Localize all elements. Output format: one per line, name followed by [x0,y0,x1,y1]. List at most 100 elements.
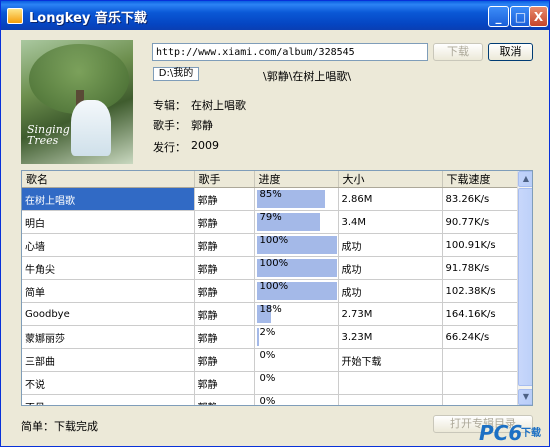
maximize-button[interactable]: □ [510,6,531,27]
cell-song-name: 不说 [22,371,195,395]
watermark-sub: 下载 [521,428,541,439]
cancel-button[interactable]: 取消 [488,43,533,61]
cell-speed: 100.91K/s [442,233,518,257]
cell-artist: 郭静 [194,256,255,280]
progress-label: 85% [259,189,282,200]
track-list[interactable]: 歌名 歌手 进度 大小 下载速度 在树上唱歌 郭静 85% 2.86M 83.26K/s… [21,170,533,406]
cell-size: 开始下载 [338,348,443,372]
cell-size: 成功 [338,256,443,280]
progress-label: 79% [259,212,282,223]
progress-bar [256,328,259,346]
cell-artist: 郭静 [194,394,255,405]
cell-song-name: 蒙娜丽莎 [22,325,195,349]
cell-speed: 66.24K/s [442,325,518,349]
cell-size [338,371,443,395]
cell-speed: 90.77K/s [442,210,518,234]
app-window: Longkey 音乐下载 _ □ X Singing Trees 下载 取消 D… [0,0,550,447]
cell-artist: 郭静 [194,348,255,372]
release-label: 发行： [153,141,186,154]
header-speed[interactable]: 下载速度 [442,171,518,188]
scroll-up-arrow[interactable]: ▲ [518,171,532,187]
cell-progress: 100% [254,256,339,280]
progress-label: 100% [259,235,289,246]
cell-progress: 2% [254,325,339,349]
album-label: 专辑： [153,99,186,112]
cell-progress: 100% [254,279,339,303]
scroll-thumb[interactable] [518,188,532,386]
save-path-field[interactable]: D:\我的 [153,67,199,81]
table-row[interactable]: 不见郭静 0% [22,394,518,406]
cell-artist: 郭静 [194,187,255,211]
artist-label: 歌手： [153,119,186,132]
scroll-down-arrow[interactable]: ▼ [518,389,532,405]
table-row[interactable]: 牛角尖 郭静 100% 成功 91.78K/s [22,256,518,280]
cell-speed: 83.26K/s [442,187,518,211]
cell-artist: 郭静 [194,279,255,303]
cell-speed [442,348,518,372]
cell-song-name: Goodbye [22,302,195,326]
cover-line-2: Trees [27,134,59,147]
table-row[interactable]: 在树上唱歌 郭静 85% 2.86M 83.26K/s [22,187,518,211]
cell-progress: 0% [254,348,339,372]
cell-speed: 164.16K/s [442,302,518,326]
cell-song-name: 在树上唱歌 [22,187,195,211]
cell-size: 2.73M [338,302,443,326]
cell-artist: 郭静 [194,302,255,326]
release-value: 2009 [191,139,219,152]
cell-song-name: 简单 [22,279,195,303]
table-row[interactable]: 明白 郭静 79% 3.4M 90.77K/s [22,210,518,234]
progress-label: 2% [259,327,276,338]
table-row[interactable]: 三部曲 郭静 0% 开始下载 [22,348,518,372]
url-input[interactable] [152,43,428,61]
cell-progress: 79% [254,210,339,234]
cell-progress: 85% [254,187,339,211]
watermark-logo: PC6 [479,421,523,445]
cell-size: 3.23M [338,325,443,349]
table-row[interactable]: 不说 郭静 0% [22,371,518,395]
header-progress[interactable]: 进度 [254,171,339,188]
cell-size: 3.4M [338,210,443,234]
cell-speed [442,371,518,395]
header-artist[interactable]: 歌手 [194,171,255,188]
progress-label: 100% [259,281,289,292]
cell-size: 2.86M [338,187,443,211]
cell-song-name: 明白 [22,210,195,234]
table-row[interactable]: 蒙娜丽莎 郭静 2% 3.23M 66.24K/s [22,325,518,349]
header-name[interactable]: 歌名 [22,171,195,188]
cell-progress: 18% [254,302,339,326]
cell-size: 成功 [338,279,443,303]
status-text: 简单：下载完成 [21,420,98,433]
artist-value: 郭静 [191,119,213,132]
window-title: Longkey 音乐下载 [29,11,147,26]
cell-speed: 91.78K/s [442,256,518,280]
header-size[interactable]: 大小 [338,171,443,188]
cell-song-name: 三部曲 [22,348,195,372]
progress-label: 0% [259,350,276,361]
cell-progress: 100% [254,233,339,257]
table-row[interactable]: 心墙 郭静 100% 成功 100.91K/s [22,233,518,257]
cell-artist: 郭静 [194,325,255,349]
app-icon [7,8,23,24]
cell-song-name: 牛角尖 [22,256,195,280]
track-table: 歌名 歌手 进度 大小 下载速度 在树上唱歌 郭静 85% 2.86M 83.26K/s… [22,171,518,406]
table-header-row: 歌名 歌手 进度 大小 下载速度 [22,171,518,188]
cell-progress: 0% [254,371,339,395]
table-row[interactable]: 简单 郭静 100% 成功 102.38K/s [22,279,518,303]
cell-speed [442,394,518,405]
progress-label: 18% [259,304,282,315]
cell-progress: 0% [254,394,339,406]
table-row[interactable]: Goodbye 郭静 18% 2.73M 164.16K/s [22,302,518,326]
cell-size: 成功 [338,233,443,257]
close-button[interactable]: X [529,6,548,27]
minimize-button[interactable]: _ [488,6,509,27]
cell-artist: 郭静 [194,371,255,395]
cell-speed: 102.38K/s [442,279,518,303]
vertical-scrollbar[interactable]: ▲ ▼ [517,171,532,405]
cell-artist: 郭静 [194,210,255,234]
progress-label: 0% [259,396,276,406]
album-cover: Singing Trees [21,40,133,164]
download-button[interactable]: 下载 [433,43,483,61]
title-bar[interactable]: Longkey 音乐下载 _ □ X [1,1,549,30]
cover-text: Singing Trees [27,124,70,146]
cell-size [338,394,443,405]
